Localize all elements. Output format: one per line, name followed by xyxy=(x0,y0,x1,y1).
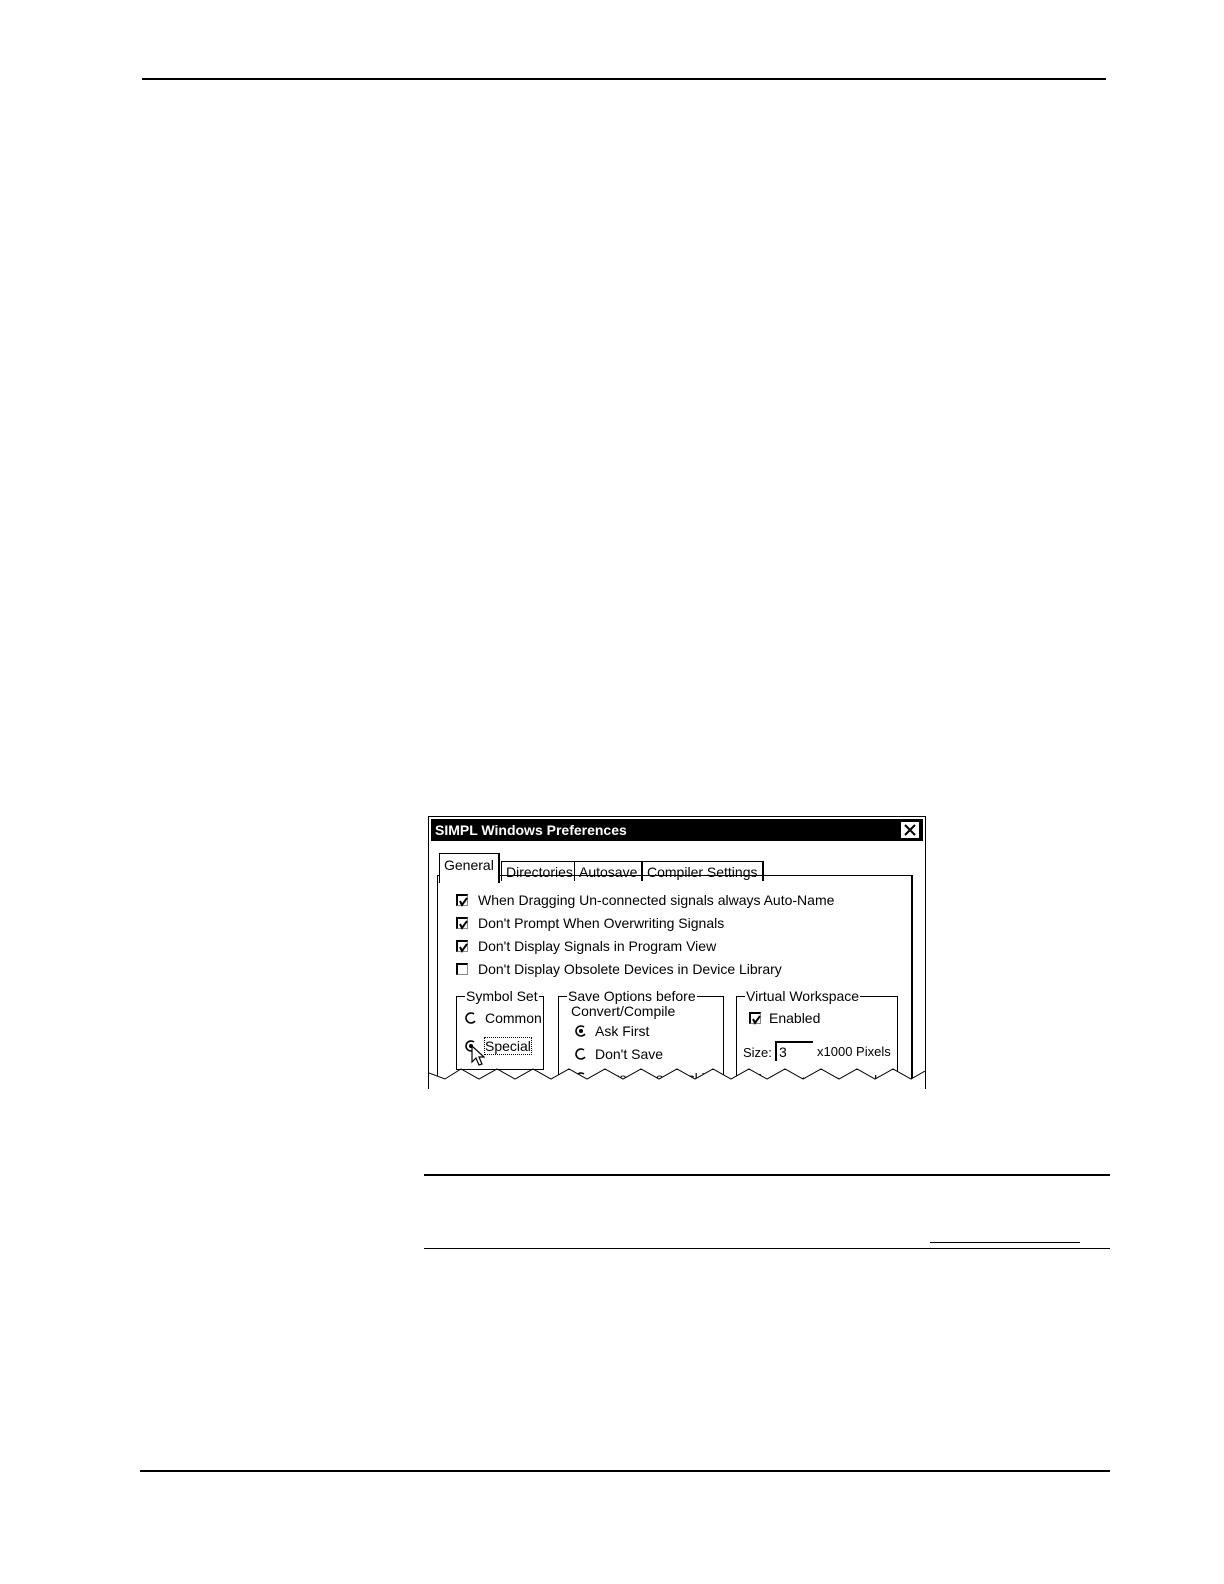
hide-signals-label: Don't Display Signals in Program View xyxy=(478,938,717,954)
symbol-set-group: Symbol Set Common Special xyxy=(456,988,544,1070)
radio-checked-icon xyxy=(575,1025,586,1037)
workspace-size-input[interactable]: 3 xyxy=(775,1041,813,1061)
workspace-enabled-label: Enabled xyxy=(769,1010,821,1026)
checkmark-icon xyxy=(459,920,468,930)
torn-edge xyxy=(429,1068,925,1089)
ask-first-label: Ask First xyxy=(595,1023,650,1039)
general-tab-panel: When Dragging Un-connected signals alway… xyxy=(437,875,913,1089)
note-bottom-rule xyxy=(424,1248,1110,1249)
auto-name-label: When Dragging Un-connected signals alway… xyxy=(478,892,835,908)
checkmark-icon xyxy=(459,943,468,953)
no-prompt-overwrite-label: Don't Prompt When Overwriting Signals xyxy=(478,915,725,931)
preferences-dialog: SIMPL Windows Preferences General Direct… xyxy=(428,816,926,1089)
workspace-size-unit: x1000 Pixels xyxy=(817,1044,891,1059)
ask-first-radio[interactable] xyxy=(575,1025,587,1037)
common-label: Common xyxy=(485,1010,542,1026)
hide-obsolete-label: Don't Display Obsolete Devices in Device… xyxy=(478,961,782,977)
hide-signals-checkbox[interactable] xyxy=(456,940,468,953)
checkmark-icon xyxy=(752,1015,761,1025)
virtual-workspace-title: Virtual Workspace xyxy=(745,988,861,1004)
close-icon xyxy=(904,824,916,836)
checkmark-icon xyxy=(459,897,468,907)
workspace-enabled-checkbox[interactable] xyxy=(749,1012,761,1025)
common-radio[interactable] xyxy=(465,1012,477,1024)
save-options-title-line2: Convert/Compile xyxy=(571,1003,676,1019)
title-bar: SIMPL Windows Preferences xyxy=(431,819,923,841)
symbol-set-title: Symbol Set xyxy=(465,988,539,1004)
note-top-rule xyxy=(424,1174,1110,1176)
footer-rule xyxy=(140,1470,1110,1472)
close-button[interactable] xyxy=(901,822,919,838)
dialog-title: SIMPL Windows Preferences xyxy=(435,822,627,838)
save-options-title: Save Options before xyxy=(567,988,697,1004)
hide-obsolete-checkbox[interactable] xyxy=(456,963,468,975)
workspace-size-label: Size: xyxy=(743,1045,772,1060)
special-label: Special xyxy=(484,1037,532,1055)
auto-name-checkbox[interactable] xyxy=(456,894,468,907)
note-link-underline xyxy=(930,1242,1080,1243)
no-prompt-overwrite-checkbox[interactable] xyxy=(456,917,468,930)
dont-save-label: Don't Save xyxy=(595,1046,664,1062)
header-rule xyxy=(142,78,1106,80)
tab-general[interactable]: General xyxy=(439,853,500,883)
tab-general-label: General xyxy=(444,857,494,873)
dont-save-radio[interactable] xyxy=(575,1048,587,1060)
radio-unchecked-icon xyxy=(465,1012,476,1024)
radio-unchecked-icon xyxy=(575,1048,586,1060)
